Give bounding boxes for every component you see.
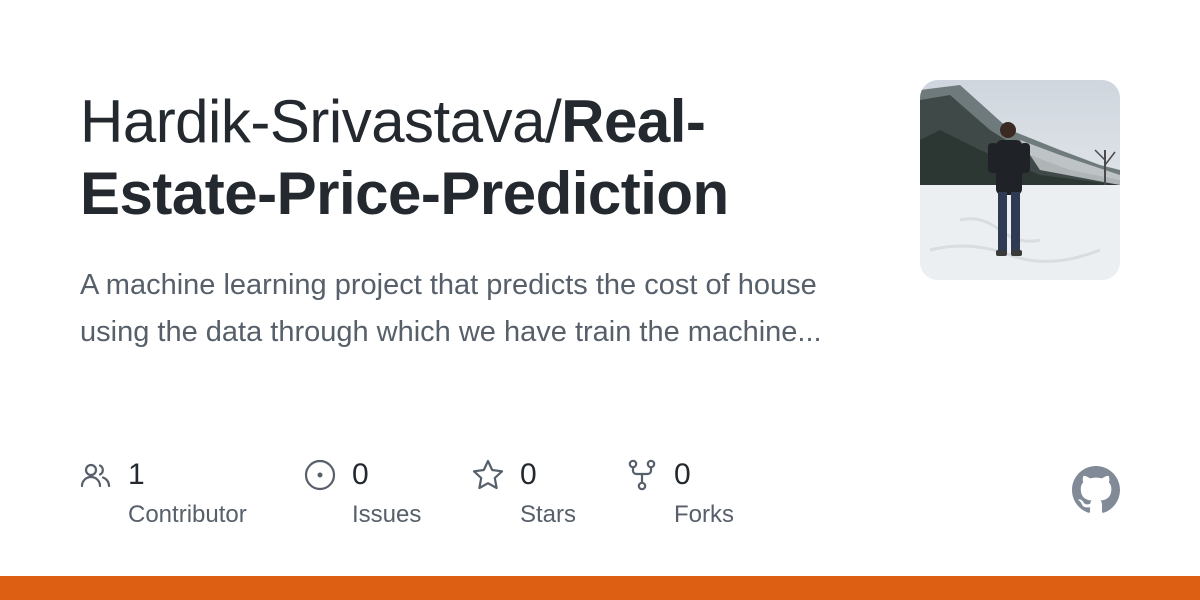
issue-circle-icon	[304, 459, 336, 491]
language-color-bar	[0, 576, 1200, 600]
repo-name-line2: Estate-Price-Prediction	[80, 160, 729, 227]
github-logo-icon[interactable]	[1072, 466, 1120, 514]
forks-count: 0	[674, 458, 691, 491]
people-icon	[80, 459, 112, 491]
contributors-count: 1	[128, 458, 145, 491]
forks-label: Forks	[674, 501, 734, 528]
repo-description: A machine learning project that predicts…	[80, 269, 822, 348]
star-icon	[472, 459, 504, 491]
issues-count: 0	[352, 458, 369, 491]
issues-label: Issues	[352, 501, 422, 528]
repo-name-line1: Real-	[561, 88, 706, 155]
repo-owner: Hardik-Srivastava/	[80, 88, 562, 155]
repo-title: Hardik-Srivastava/Real- Estate-Price-Pre…	[80, 86, 880, 230]
stars-count: 0	[520, 458, 537, 491]
fork-icon	[626, 459, 658, 491]
owner-avatar	[920, 80, 1120, 280]
contributors-label: Contributor	[128, 501, 247, 528]
stars-label: Stars	[520, 501, 577, 528]
